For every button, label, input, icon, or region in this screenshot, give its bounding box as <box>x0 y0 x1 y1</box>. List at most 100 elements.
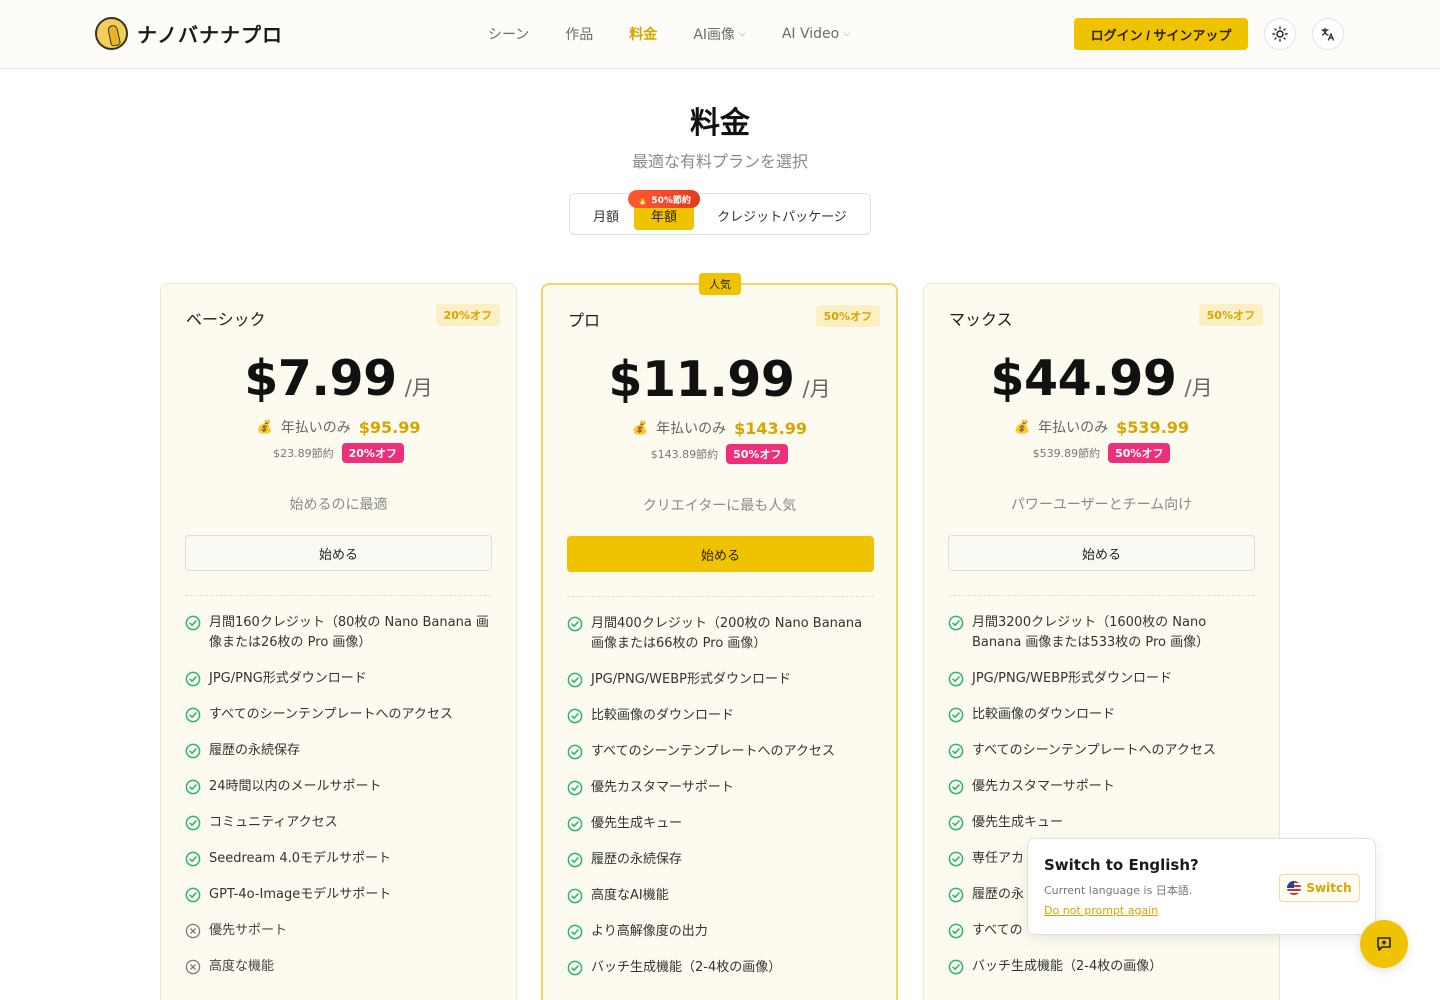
saved-row: $23.89節約 20%オフ <box>161 443 516 463</box>
switch-language-button[interactable]: Switch <box>1279 874 1360 902</box>
saved-row: $143.89節約 50%オフ <box>543 444 896 464</box>
plan-name: マックス <box>949 310 1013 329</box>
saved-discount-chip: 50%オフ <box>726 444 789 464</box>
feature-text: GPT-4o-Imageモデルサポート <box>209 887 392 902</box>
money-bag-icon: 💰 <box>1013 419 1031 435</box>
nav-item-ai-video[interactable]: AI Video ⌵ <box>782 24 850 44</box>
feature-text: バッチ生成機能（2-4枚の画像） <box>591 960 782 975</box>
divider <box>948 595 1255 596</box>
tab-monthly[interactable]: 月額 <box>584 200 628 230</box>
check-circle-icon <box>567 780 583 796</box>
feature-item: バッチ生成機能（2-4枚の画像） <box>948 957 1258 977</box>
language-switch-popup: Switch to English? Current language is 日… <box>1027 838 1376 935</box>
feature-text: 比較画像のダウンロード <box>591 708 735 723</box>
feature-text: すべてのシーンテンプレートへのアクセス <box>591 744 835 759</box>
feature-item: 月間160クレジット（80枚の Nano Banana 画像または26枚の Pr… <box>185 613 495 653</box>
feature-item: JPG/PNG形式ダウンロード <box>185 669 495 689</box>
chat-button[interactable] <box>1360 920 1408 968</box>
plan-price: $11.99 <box>608 351 795 408</box>
feature-item: JPG/PNG/WEBP形式ダウンロード <box>948 669 1258 689</box>
feature-item: すべてのシーンテンプレートへのアクセス <box>567 742 877 762</box>
feature-item: 高度なAI機能 <box>567 886 877 906</box>
chevron-down-icon: ⌵ <box>843 29 851 39</box>
do-not-prompt-link[interactable]: Do not prompt again <box>1044 904 1158 917</box>
nav-item-works[interactable]: 作品 <box>565 24 593 44</box>
feature-list: 月間400クレジット（200枚の Nano Banana 画像または66枚の P… <box>567 614 877 994</box>
banana-logo-icon <box>95 17 128 50</box>
billing-toggle: 月額 年額 クレジットパッケージ <box>569 193 871 235</box>
check-circle-icon <box>948 671 964 687</box>
feature-text: 優先カスタマーサポート <box>591 780 734 795</box>
feature-text: 優先サポート <box>209 923 288 938</box>
nav-item-ai-image[interactable]: AI画像 ⌵ <box>693 24 746 44</box>
plan-tagline: クリエイターに最も人気 <box>642 498 797 514</box>
check-circle-icon <box>567 852 583 868</box>
annual-price: $143.99 <box>734 418 808 438</box>
start-button[interactable]: 始める <box>185 535 492 571</box>
feature-text: Seedream 4.0モデルサポート <box>209 851 391 866</box>
check-circle-icon <box>185 851 201 867</box>
feature-text: バッチ生成機能（2-4枚の画像） <box>972 959 1163 974</box>
feature-text: 24時間以内のメールサポート <box>209 779 382 794</box>
x-circle-icon <box>185 923 201 939</box>
chevron-down-icon: ⌵ <box>739 29 746 39</box>
feature-text: 高度な機能 <box>209 959 275 974</box>
check-circle-icon <box>185 887 201 903</box>
check-circle-icon <box>185 707 201 723</box>
discount-chip: 50%オフ <box>815 305 880 327</box>
saved-discount-chip: 20%オフ <box>341 443 404 463</box>
plan-tagline: 始めるのに最適 <box>289 497 388 513</box>
feature-text: 履歴の永 <box>972 887 1025 902</box>
price-period: /月 <box>404 376 433 400</box>
feature-text: 履歴の永続保存 <box>591 852 683 867</box>
feature-item: 比較画像のダウンロード <box>567 706 877 726</box>
language-button[interactable] <box>1312 18 1344 50</box>
feature-item: より高解像度の出力 <box>567 922 877 942</box>
nav-item-pricing[interactable]: 料金 <box>629 24 657 44</box>
nav-label: AI Video <box>781 26 840 42</box>
feature-text: すべての <box>972 923 1023 938</box>
feature-item: 優先生成キュー <box>948 813 1258 833</box>
feature-item: 優先生成キュー <box>567 814 877 834</box>
login-signup-button[interactable]: ログイン / サインアップ <box>1074 18 1248 50</box>
brand-logo[interactable]: ナノバナナプロ <box>95 17 283 50</box>
current-language-text: Current language is 日本語. <box>1044 884 1193 897</box>
annual-row: 💰 年払いのみ $539.99 <box>924 417 1279 437</box>
check-circle-icon <box>948 887 964 903</box>
saved-amount: $539.89節約 <box>1032 447 1101 460</box>
divider <box>567 596 874 597</box>
check-circle-icon <box>185 743 201 759</box>
check-circle-icon <box>567 708 583 724</box>
feature-text: すべてのシーンテンプレートへのアクセス <box>972 743 1216 758</box>
feature-item: 月間400クレジット（200枚の Nano Banana 画像または66枚の P… <box>567 614 877 654</box>
check-circle-icon <box>185 671 201 687</box>
discount-chip: 20%オフ <box>435 304 500 326</box>
feature-list: 月間160クレジット（80枚の Nano Banana 画像または26枚の Pr… <box>185 613 495 993</box>
feature-text: コミュニティアクセス <box>209 815 338 830</box>
annual-row: 💰 年払いのみ $95.99 <box>161 417 516 437</box>
tab-credit-packages[interactable]: クレジットパッケージ <box>702 200 862 230</box>
plan-card: ベーシック 20%オフ $7.99/月 💰 年払いのみ $95.99 $23.89節約 20%… <box>160 283 517 1000</box>
feature-item: バッチ生成機能（2-4枚の画像） <box>567 958 877 978</box>
plan-tagline: パワーユーザーとチーム向け <box>1010 497 1193 513</box>
discount-chip: 50%オフ <box>1198 304 1263 326</box>
check-circle-icon <box>185 815 201 831</box>
money-bag-icon: 💰 <box>256 419 273 435</box>
theme-toggle-button[interactable] <box>1264 18 1296 50</box>
feature-text: 月間160クレジット（80枚の Nano Banana 画像または26枚の Pr… <box>209 615 489 650</box>
price-row: $44.99/月 <box>924 350 1279 407</box>
sun-icon <box>1272 26 1288 42</box>
nav-item-scenes[interactable]: シーン <box>488 24 529 44</box>
feature-text: 優先生成キュー <box>591 816 683 831</box>
feature-text: JPG/PNG/WEBP形式ダウンロード <box>972 671 1172 686</box>
start-button[interactable]: 始める <box>948 535 1255 571</box>
start-button[interactable]: 始める <box>567 536 874 572</box>
annual-label: 年払いのみ <box>1038 420 1109 436</box>
feature-text: 月間400クレジット（200枚の Nano Banana 画像または66枚の P… <box>591 616 863 651</box>
nav-label: AI画像 <box>693 27 736 43</box>
feature-text: すべてのシーンテンプレートへのアクセス <box>209 707 453 722</box>
price-row: $7.99/月 <box>161 350 516 407</box>
brand-name: ナノバナナプロ <box>137 23 283 47</box>
plan-price: $44.99 <box>990 350 1177 407</box>
check-circle-icon <box>567 888 583 904</box>
